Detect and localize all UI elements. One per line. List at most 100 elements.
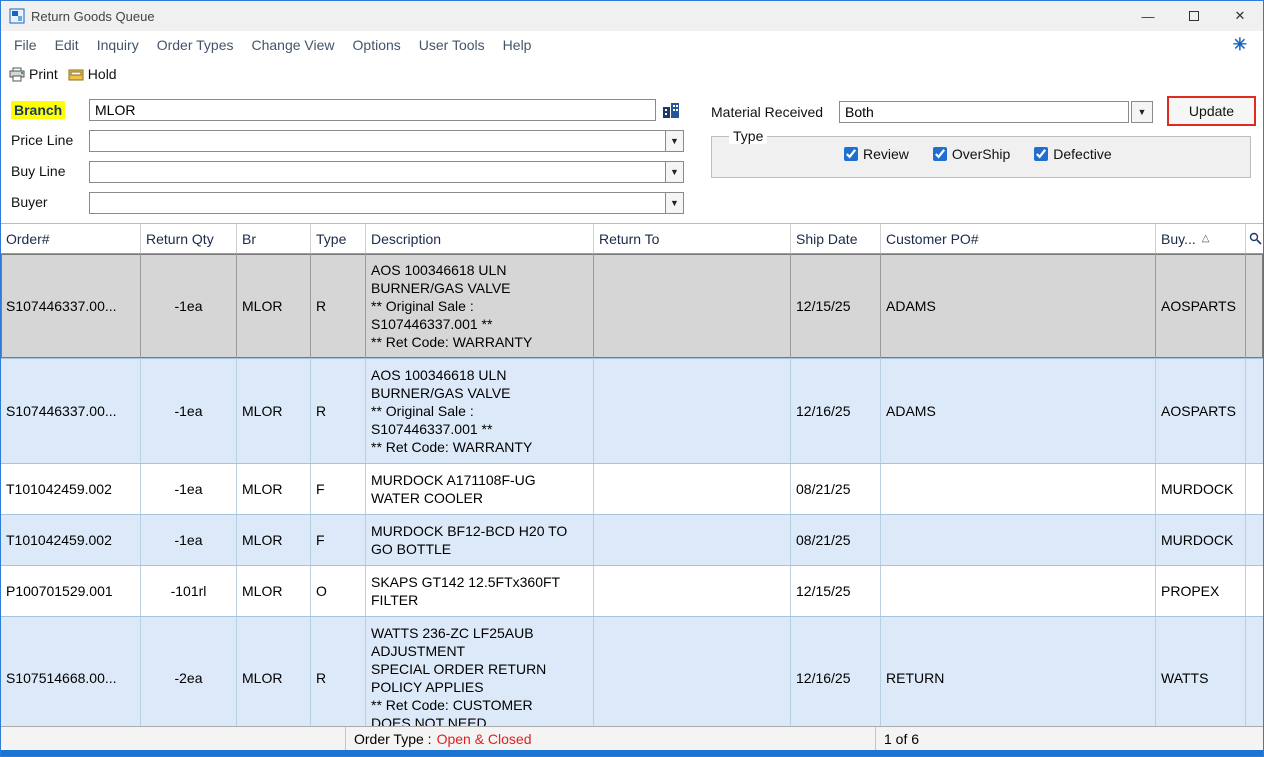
hold-button[interactable]: Hold xyxy=(68,66,117,82)
cell-qty: -101rl xyxy=(141,566,237,616)
price-line-dropdown-button[interactable]: ▼ xyxy=(665,130,684,152)
menu-item-edit[interactable]: Edit xyxy=(46,33,88,57)
buy-line-label: Buy Line xyxy=(11,163,66,179)
checkbox-defective[interactable]: Defective xyxy=(1034,146,1112,162)
magnifier-icon xyxy=(1249,232,1262,245)
header-br[interactable]: Br xyxy=(237,224,311,253)
cell-type: O xyxy=(311,566,366,616)
cell-customer-po xyxy=(881,464,1156,514)
header-ship-date[interactable]: Ship Date xyxy=(791,224,881,253)
cell-description: AOS 100346618 ULN BURNER/GAS VALVE ** Or… xyxy=(366,254,594,358)
cell-return-to xyxy=(594,254,791,358)
cell-order: S107514668.00... xyxy=(1,617,141,726)
cell-type: R xyxy=(311,254,366,358)
title-bar: Return Goods Queue — ✕ xyxy=(1,1,1263,31)
cell-type: F xyxy=(311,464,366,514)
buy-line-dropdown-button[interactable]: ▼ xyxy=(665,161,684,183)
update-button[interactable]: Update xyxy=(1167,96,1256,126)
table-row[interactable]: S107514668.00... -2ea MLOR R WATTS 236-ZC LF… xyxy=(1,617,1263,726)
cell-buy: MURDOCK xyxy=(1156,515,1246,565)
cell-ship-date: 12/15/25 xyxy=(791,566,881,616)
cell-br: MLOR xyxy=(237,566,311,616)
toolbar: Print Hold xyxy=(1,59,1263,89)
bottom-accent-bar xyxy=(1,750,1263,756)
checkbox-overship-input[interactable] xyxy=(932,147,947,161)
checkbox-defective-input[interactable] xyxy=(1034,147,1049,161)
cell-spacer xyxy=(1246,515,1263,565)
cell-order: P100701529.001 xyxy=(1,566,141,616)
snowflake-icon[interactable]: ✳ xyxy=(1233,35,1247,55)
checkbox-review-input[interactable] xyxy=(844,147,858,161)
table-row[interactable]: T101042459.002 -1ea MLOR F MURDOCK BF12-BCD … xyxy=(1,515,1263,566)
cell-description: AOS 100346618 ULN BURNER/GAS VALVE ** Or… xyxy=(366,359,594,463)
buyer-input[interactable] xyxy=(89,192,666,214)
return-goods-queue-window: Return Goods Queue — ✕ File Edit Inquiry Or… xyxy=(0,0,1264,757)
buyer-dropdown-button[interactable]: ▼ xyxy=(665,192,684,214)
menu-item-order-types[interactable]: Order Types xyxy=(148,33,243,57)
cell-customer-po xyxy=(881,566,1156,616)
menu-item-help[interactable]: Help xyxy=(494,33,541,57)
header-search-cell[interactable] xyxy=(1246,224,1263,253)
header-order[interactable]: Order# xyxy=(1,224,141,253)
cell-description: SKAPS GT142 12.5FTx360FT FILTER xyxy=(366,566,594,616)
header-customer-po[interactable]: Customer PO# xyxy=(881,224,1156,253)
cell-br: MLOR xyxy=(237,515,311,565)
branch-buildings-icon xyxy=(661,101,683,119)
maximize-button[interactable] xyxy=(1171,1,1217,31)
filter-panel: Branch Price Line ▼ Buy Line ▼ B xyxy=(1,89,1263,223)
cell-customer-po: ADAMS xyxy=(881,254,1156,358)
table-row[interactable]: P100701529.001 -101rl MLOR O SKAPS GT142 12.… xyxy=(1,566,1263,617)
cell-return-to xyxy=(594,359,791,463)
close-button[interactable]: ✕ xyxy=(1217,1,1263,31)
cell-type: R xyxy=(311,359,366,463)
material-received-dropdown-button[interactable]: ▼ xyxy=(1131,101,1153,123)
checkbox-overship[interactable]: OverShip xyxy=(932,146,1010,162)
table-row[interactable]: T101042459.002 -1ea MLOR F MURDOCK A171108F-… xyxy=(1,464,1263,515)
material-received-label: Material Received xyxy=(711,104,824,120)
menu-item-change-view[interactable]: Change View xyxy=(243,33,344,57)
price-line-input[interactable] xyxy=(89,130,666,152)
branch-lookup-button[interactable] xyxy=(661,100,683,120)
cell-qty: -2ea xyxy=(141,617,237,726)
header-return-qty[interactable]: Return Qty xyxy=(141,224,237,253)
table-row[interactable]: S107446337.00... -1ea MLOR R AOS 100346618 U… xyxy=(1,359,1263,464)
sort-asc-icon: △ xyxy=(1201,233,1210,244)
cell-order: T101042459.002 xyxy=(1,464,141,514)
print-button[interactable]: Print xyxy=(9,66,58,82)
cell-br: MLOR xyxy=(237,464,311,514)
header-buy[interactable]: Buy... △ xyxy=(1156,224,1246,253)
record-position: 1 of 6 xyxy=(884,730,920,747)
status-position: 1 of 6 xyxy=(876,727,1263,750)
printer-icon xyxy=(9,67,25,82)
cell-br: MLOR xyxy=(237,254,311,358)
cell-qty: -1ea xyxy=(141,515,237,565)
cell-spacer xyxy=(1246,566,1263,616)
cell-order: S107446337.00... xyxy=(1,359,141,463)
menu-item-file[interactable]: File xyxy=(5,33,46,57)
branch-input[interactable] xyxy=(89,99,656,121)
menu-item-user-tools[interactable]: User Tools xyxy=(410,33,494,57)
table-row[interactable]: S107446337.00... -1ea MLOR R AOS 100346618 U… xyxy=(1,254,1263,359)
menu-item-inquiry[interactable]: Inquiry xyxy=(88,33,148,57)
cell-buy: WATTS xyxy=(1156,617,1246,726)
checkbox-review[interactable]: Review xyxy=(844,146,909,162)
buy-line-input[interactable] xyxy=(89,161,666,183)
cell-br: MLOR xyxy=(237,617,311,726)
checkbox-label: Review xyxy=(863,146,909,162)
menu-item-options[interactable]: Options xyxy=(344,33,410,57)
header-return-to[interactable]: Return To xyxy=(594,224,791,253)
cell-ship-date: 12/15/25 xyxy=(791,254,881,358)
cell-spacer xyxy=(1246,359,1263,463)
hold-label: Hold xyxy=(87,66,117,82)
header-type[interactable]: Type xyxy=(311,224,366,253)
table-body: S107446337.00... -1ea MLOR R AOS 100346618 U… xyxy=(1,254,1263,726)
header-description[interactable]: Description xyxy=(366,224,594,253)
minimize-button[interactable]: — xyxy=(1125,1,1171,31)
cell-customer-po: RETURN xyxy=(881,617,1156,726)
hold-icon xyxy=(68,68,84,81)
cell-spacer xyxy=(1246,617,1263,726)
material-received-input[interactable] xyxy=(839,101,1129,123)
cell-ship-date: 12/16/25 xyxy=(791,617,881,726)
price-line-label: Price Line xyxy=(11,132,74,148)
cell-spacer xyxy=(1246,464,1263,514)
